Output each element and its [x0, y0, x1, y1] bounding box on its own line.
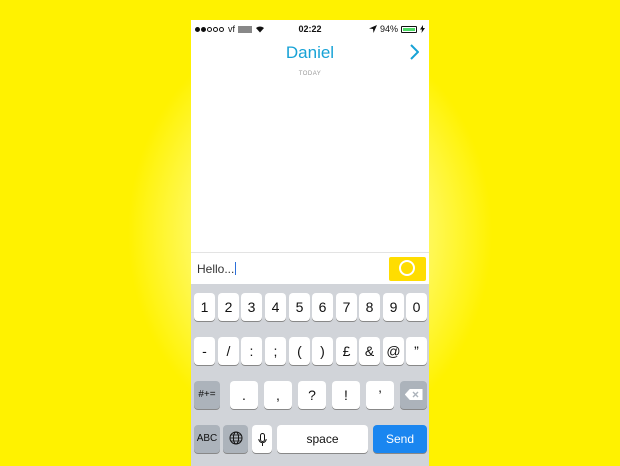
key-semicolon[interactable]: ; — [265, 337, 286, 365]
key-apostrophe[interactable]: ’ — [366, 381, 394, 409]
key-slash[interactable]: / — [218, 337, 239, 365]
key-3[interactable]: 3 — [241, 293, 262, 321]
location-arrow-icon — [368, 25, 377, 33]
key-1[interactable]: 1 — [194, 293, 215, 321]
space-key[interactable]: space — [277, 425, 368, 453]
key-open-paren[interactable]: ( — [289, 337, 310, 365]
key-4[interactable]: 4 — [265, 293, 286, 321]
delete-key[interactable] — [400, 381, 427, 409]
key-colon[interactable]: : — [241, 337, 262, 365]
battery-icon — [401, 25, 417, 33]
date-separator: TODAY — [298, 71, 322, 77]
key-close-paren[interactable]: ) — [312, 337, 333, 365]
key-pound[interactable]: £ — [336, 337, 357, 365]
key-7[interactable]: 7 — [336, 293, 357, 321]
text-cursor — [235, 262, 237, 275]
key-period[interactable]: . — [230, 381, 258, 409]
key-exclamation[interactable]: ! — [332, 381, 360, 409]
status-bar: vf 02:22 94% — [191, 20, 429, 38]
microphone-icon — [257, 433, 267, 447]
globe-icon — [229, 431, 242, 445]
key-6[interactable]: 6 — [312, 293, 333, 321]
charging-bolt-icon — [420, 25, 425, 33]
key-comma[interactable]: , — [264, 381, 292, 409]
send-button[interactable]: Send — [373, 425, 427, 453]
key-0[interactable]: 0 — [406, 293, 427, 321]
key-9[interactable]: 9 — [383, 293, 404, 321]
symbols-toggle-key[interactable]: #+= — [194, 381, 220, 409]
chevron-right-icon[interactable] — [410, 44, 420, 65]
key-quote[interactable]: ” — [406, 337, 427, 365]
key-2[interactable]: 2 — [218, 293, 239, 321]
globe-key[interactable] — [223, 425, 248, 453]
snap-circle-icon — [399, 260, 415, 276]
message-input-text: Hello... — [197, 262, 235, 276]
nav-bar: Daniel — [191, 40, 429, 68]
dictation-key[interactable] — [252, 425, 272, 453]
keyboard: 1 2 3 4 5 6 7 8 9 0 - / : ; ( ) £ & @ ” … — [191, 284, 429, 466]
key-hyphen[interactable]: - — [194, 337, 215, 365]
key-8[interactable]: 8 — [359, 293, 380, 321]
key-question[interactable]: ? — [298, 381, 326, 409]
message-input[interactable]: Hello... — [197, 262, 237, 276]
backspace-icon — [404, 388, 422, 400]
key-at[interactable]: @ — [383, 337, 404, 365]
battery-percent: 94% — [379, 24, 398, 34]
abc-key[interactable]: ABC — [194, 425, 220, 453]
snap-capture-button[interactable] — [389, 257, 426, 281]
composer-bar: Hello... — [191, 252, 429, 285]
key-5[interactable]: 5 — [289, 293, 310, 321]
key-ampersand[interactable]: & — [359, 337, 380, 365]
conversation-title[interactable]: Daniel — [191, 43, 429, 63]
phone-screen: vf 02:22 94% Daniel TODAY Hello... 1 2 3… — [191, 20, 429, 466]
